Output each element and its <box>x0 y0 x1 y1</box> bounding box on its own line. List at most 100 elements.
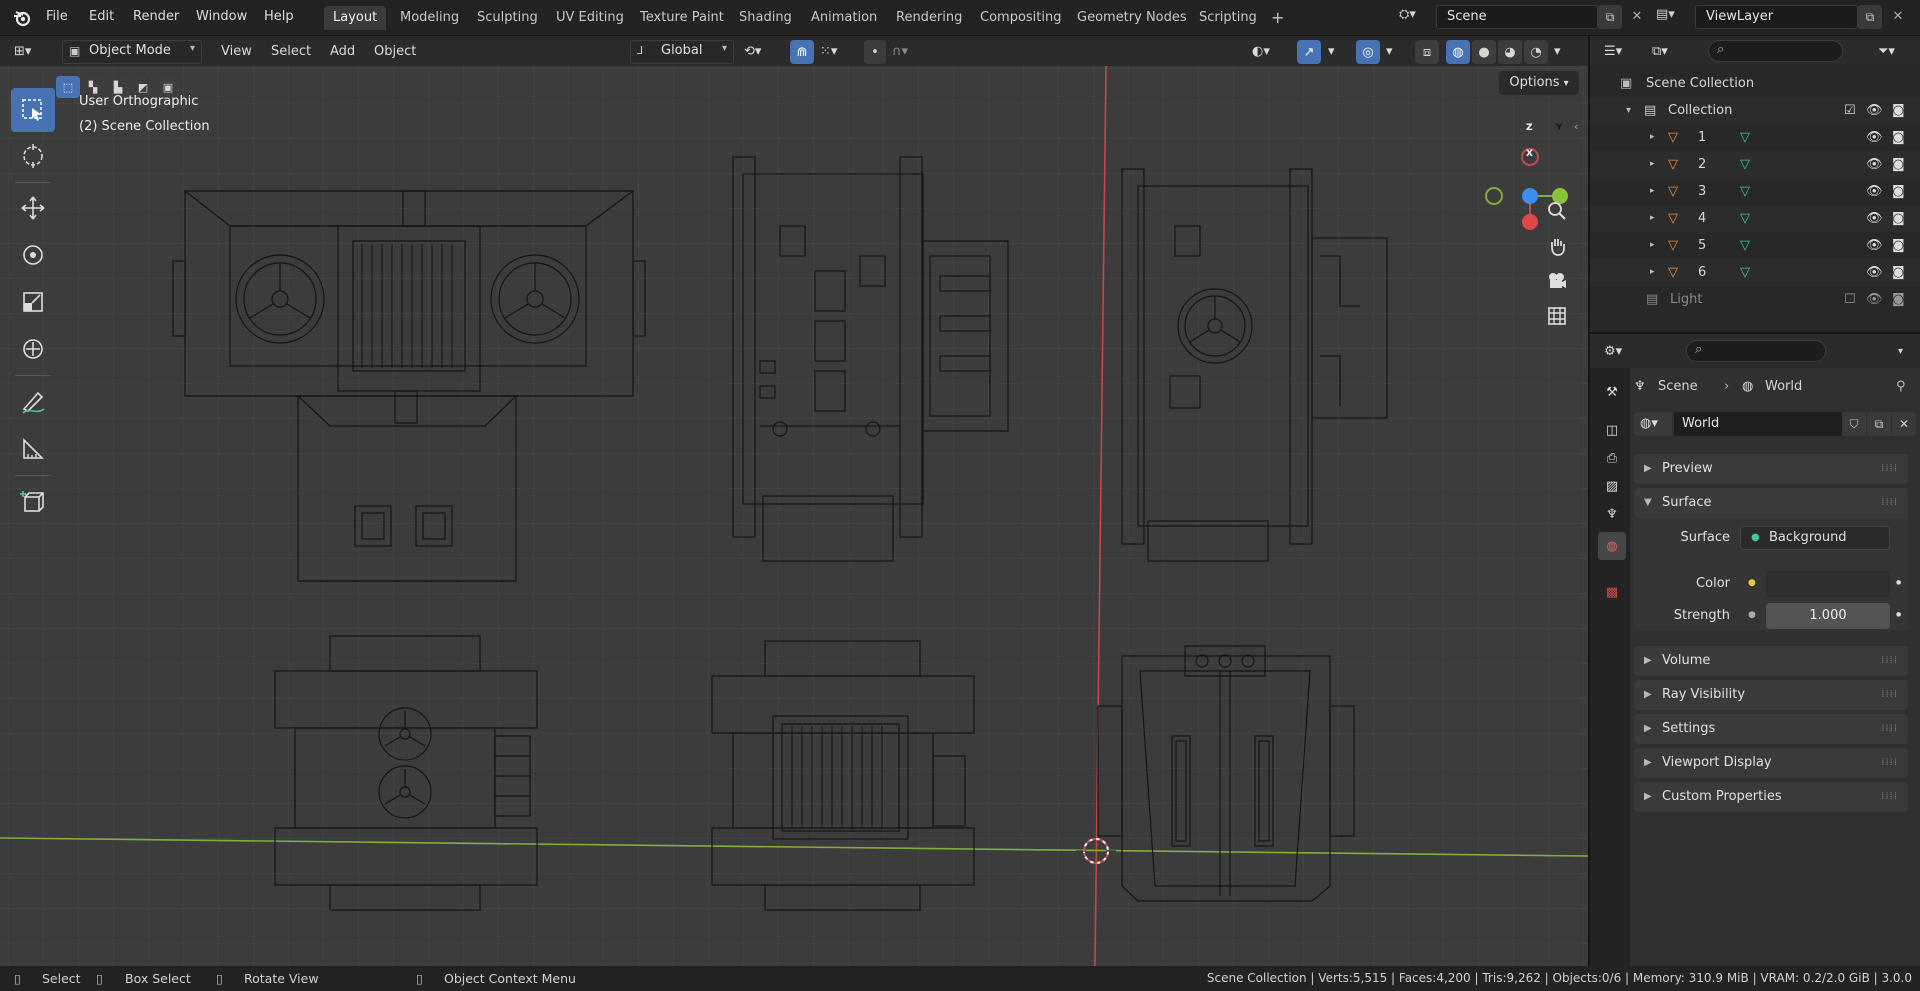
menu-add[interactable]: Add <box>330 40 355 64</box>
scene-name-field[interactable]: Scene <box>1436 5 1598 29</box>
display-mode-icon[interactable]: ⧉▾ <box>1652 40 1692 64</box>
texture-tab-icon[interactable]: ▩ <box>1598 578 1626 606</box>
menu-view[interactable]: View <box>221 40 252 64</box>
outliner-object[interactable]: ▸ ▽ 5 ▽ 👁 ◙ <box>1590 232 1920 259</box>
transform-tool-icon[interactable] <box>11 327 55 371</box>
tool-tab-icon[interactable]: ⚒ <box>1598 378 1626 406</box>
menu-file[interactable]: File <box>46 0 68 34</box>
properties-search-input[interactable]: ⌕ <box>1686 340 1826 362</box>
scale-tool-icon[interactable] <box>11 280 55 324</box>
outliner-object[interactable]: ▸ ▽ 2 ▽ 👁 ◙ <box>1590 151 1920 178</box>
view-layer-selector-icon[interactable]: ▤▾ <box>1656 7 1696 29</box>
view-layer-tab-icon[interactable]: ▨ <box>1598 472 1626 500</box>
camera-icon[interactable]: ◙ <box>1892 259 1905 286</box>
panel-ray-visibility[interactable]: ▶ Ray Visibility ⁞⁞⁞⁞ <box>1634 680 1908 710</box>
strength-field[interactable]: 1.000 <box>1766 603 1890 629</box>
eye-icon[interactable]: 👁 <box>1866 97 1883 124</box>
keyframe-dot-icon[interactable]: ● <box>1896 611 1901 618</box>
eye-icon[interactable]: 👁 <box>1866 286 1883 313</box>
render-tab-icon[interactable]: ◫ <box>1598 416 1626 444</box>
menu-help[interactable]: Help <box>264 0 294 34</box>
tab-animation[interactable]: Animation <box>802 6 886 30</box>
snap-toggle-icon[interactable]: ⋒ <box>790 40 814 64</box>
eye-icon[interactable]: 👁 <box>1866 178 1883 205</box>
rendered-shading-icon[interactable]: ◔ <box>1524 40 1548 64</box>
outliner-collection[interactable]: ▾ ▤ Collection ☑ 👁 ◙ <box>1590 97 1920 124</box>
fake-user-shield-icon[interactable]: ⛉ <box>1842 412 1866 436</box>
expand-icon[interactable]: ▸ <box>1650 124 1655 151</box>
camera-icon[interactable]: ◙ <box>1892 178 1905 205</box>
color-socket-icon[interactable]: ● <box>1748 578 1756 588</box>
new-view-layer-icon[interactable]: ⧉ <box>1858 5 1882 29</box>
sidebar-toggle-icon[interactable]: ‹ <box>1574 120 1578 133</box>
outliner-search-input[interactable]: ⌕ <box>1708 40 1843 62</box>
tab-shading[interactable]: Shading <box>730 6 801 30</box>
panel-custom-properties[interactable]: ▶ Custom Properties ⁞⁞⁞⁞ <box>1634 782 1908 812</box>
tab-sculpting[interactable]: Sculpting <box>468 6 547 30</box>
mode-dropdown[interactable]: ▣ Object Mode ▾ <box>62 40 202 64</box>
chevron-down-icon[interactable]: ▾ <box>1898 340 1914 364</box>
world-tab-icon[interactable]: ◍ <box>1598 532 1626 560</box>
material-shading-icon[interactable]: ◕ <box>1498 40 1522 64</box>
filter-icon[interactable]: ⏷▾ <box>1878 40 1910 64</box>
world-datablock-field[interactable]: World <box>1674 412 1842 436</box>
drag-handle-icon[interactable]: ⁞⁞⁞⁞ <box>1881 680 1898 710</box>
world-browse-icon[interactable]: ◍▾ <box>1634 412 1672 436</box>
proportional-edit-icon[interactable]: • <box>864 40 886 64</box>
new-scene-icon[interactable]: ⧉ <box>1598 5 1622 29</box>
add-cube-tool-icon[interactable] <box>11 480 55 524</box>
options-button[interactable]: Options ▾ <box>1499 71 1579 95</box>
camera-icon[interactable]: ◙ <box>1892 151 1905 178</box>
camera-icon[interactable]: ◙ <box>1892 286 1905 313</box>
eye-icon[interactable]: 👁 <box>1866 259 1883 286</box>
collapse-icon[interactable]: ▾ <box>1626 97 1631 124</box>
drag-handle-icon[interactable]: ⁞⁞⁞⁞ <box>1881 714 1898 744</box>
color-swatch[interactable] <box>1766 571 1890 597</box>
menu-render[interactable]: Render <box>133 0 179 34</box>
outliner-object[interactable]: ▸ ▽ 6 ▽ 👁 ◙ <box>1590 259 1920 286</box>
expand-icon[interactable]: ▸ <box>1650 178 1655 205</box>
drag-handle-icon[interactable]: ⁞⁞⁞⁞ <box>1881 454 1898 484</box>
eye-icon[interactable]: 👁 <box>1866 151 1883 178</box>
chevron-down-icon[interactable]: ▾ <box>1328 40 1344 64</box>
eye-icon[interactable]: 👁 <box>1866 124 1883 151</box>
solid-shading-icon[interactable]: ● <box>1472 40 1496 64</box>
camera-icon[interactable]: ◙ <box>1892 205 1905 232</box>
eye-icon[interactable]: 👁 <box>1866 232 1883 259</box>
delete-view-layer-icon[interactable]: ✕ <box>1886 5 1910 29</box>
panel-surface[interactable]: ▼ Surface ⁞⁞⁞⁞ <box>1634 488 1908 518</box>
tab-modeling[interactable]: Modeling <box>391 6 468 30</box>
falloff-icon[interactable]: ∩▾ <box>892 40 928 64</box>
unlink-icon[interactable]: ✕ <box>1892 412 1916 436</box>
menu-window[interactable]: Window <box>196 0 247 34</box>
annotate-tool-icon[interactable] <box>11 380 55 424</box>
tab-geometry-nodes[interactable]: Geometry Nodes <box>1068 6 1196 30</box>
drag-handle-icon[interactable]: ⁞⁞⁞⁞ <box>1881 646 1898 676</box>
expand-icon[interactable]: ▸ <box>1650 151 1655 178</box>
output-tab-icon[interactable]: ⎙ <box>1598 444 1626 472</box>
drag-handle-icon[interactable]: ⁞⁞⁞⁞ <box>1881 782 1898 812</box>
outliner-light[interactable]: ▤ Light ☐ 👁 ◙ <box>1590 286 1920 313</box>
drag-handle-icon[interactable]: ⁞⁞⁞⁞ <box>1881 488 1898 518</box>
camera-view-icon[interactable] <box>1543 267 1571 295</box>
view-layer-name-field[interactable]: ViewLayer <box>1695 5 1858 29</box>
outliner-object[interactable]: ▸ ▽ 4 ▽ 👁 ◙ <box>1590 205 1920 232</box>
properties-editor-type-icon[interactable]: ⚙▾ <box>1604 340 1644 364</box>
editor-type-icon[interactable]: ⊞▾ <box>14 40 54 64</box>
outliner-scene-collection[interactable]: ▣ Scene Collection <box>1590 70 1920 97</box>
outliner-object[interactable]: ▸ ▽ 3 ▽ 👁 ◙ <box>1590 178 1920 205</box>
scene-tab-icon[interactable]: ♆ <box>1598 500 1626 528</box>
pan-hand-icon[interactable] <box>1543 232 1571 260</box>
expand-icon[interactable]: ▸ <box>1650 259 1655 286</box>
eye-icon[interactable]: 👁 <box>1866 205 1883 232</box>
select-box-tool-icon[interactable] <box>11 88 55 132</box>
panel-settings[interactable]: ▶ Settings ⁞⁞⁞⁞ <box>1634 714 1908 744</box>
pin-icon[interactable]: ⚲ <box>1896 374 1906 400</box>
overlay-toggle-icon[interactable]: ◎ <box>1356 40 1380 64</box>
gizmo-toggle-icon[interactable]: ↗ <box>1297 40 1321 64</box>
duplicate-icon[interactable]: ⧉ <box>1867 412 1891 436</box>
delete-scene-icon[interactable]: ✕ <box>1625 5 1649 29</box>
drag-handle-icon[interactable]: ⁞⁞⁞⁞ <box>1881 748 1898 778</box>
move-tool-icon[interactable] <box>11 186 55 230</box>
outliner-editor-type-icon[interactable]: ☰▾ <box>1604 40 1640 64</box>
